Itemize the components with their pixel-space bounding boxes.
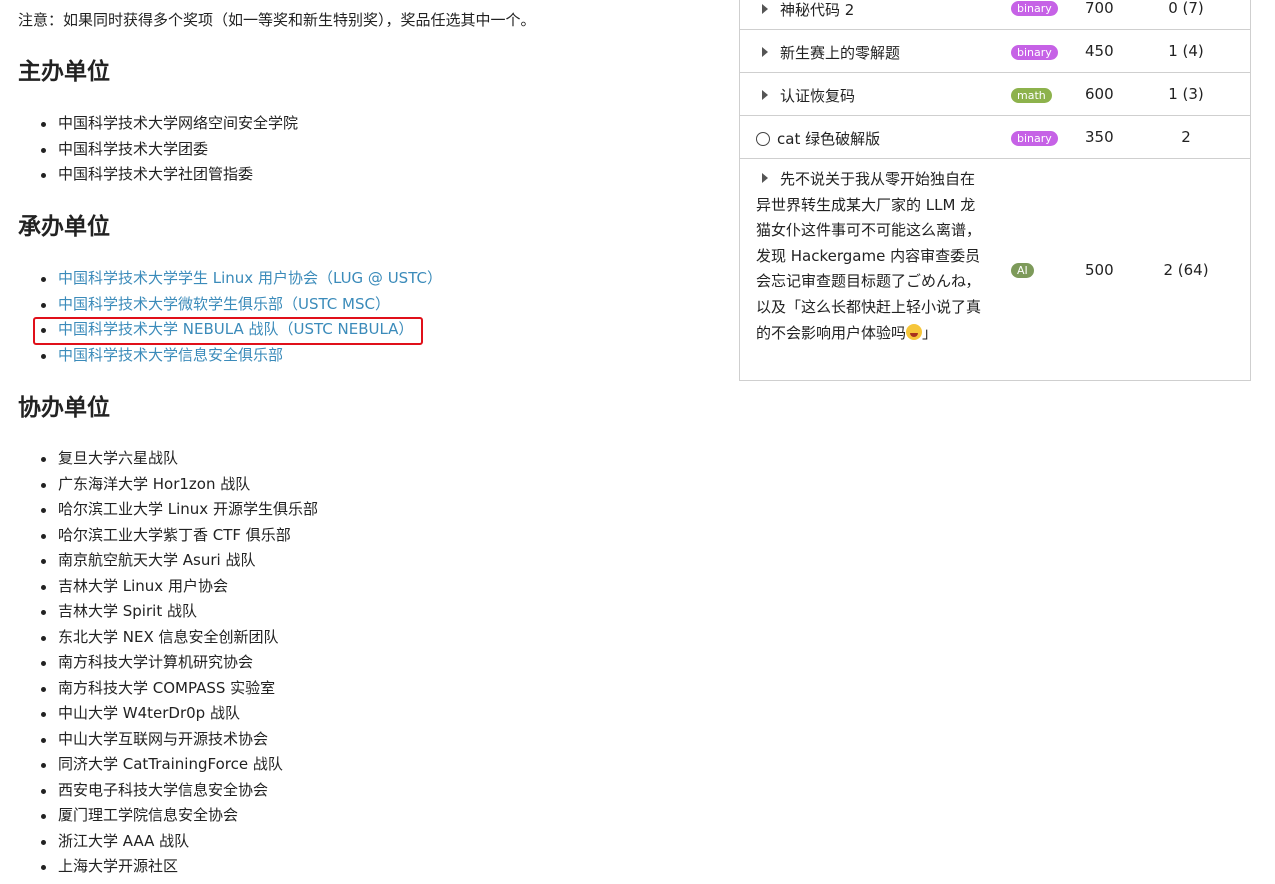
list-item: 吉林大学 Linux 用户协会 xyxy=(41,574,318,600)
list-item: 中国科学技术大学网络空间安全学院 xyxy=(40,111,298,137)
list-item: 厦门理工学院信息安全协会 xyxy=(41,803,318,829)
expand-triangle-icon xyxy=(762,173,768,183)
challenge-name[interactable]: 新生赛上的零解题 xyxy=(756,42,981,63)
tag-badge: binary xyxy=(1011,45,1058,60)
challenge-row[interactable]: 神秘代码 2 binary 700 0 (7) xyxy=(740,0,1250,29)
challenge-row[interactable]: 先不说关于我从零开始独自在异世界转生成某大厂家的 LLM 龙猫女仆这件事可不可能… xyxy=(740,158,1250,380)
challenge-score: 350 xyxy=(1085,128,1114,146)
challenge-row[interactable]: 新生赛上的零解题 binary 450 1 (4) xyxy=(740,29,1250,72)
tag-badge: binary xyxy=(1011,131,1058,146)
challenge-solved: 2 xyxy=(1181,128,1191,146)
challenge-name[interactable]: 神秘代码 2 xyxy=(756,0,981,20)
prize-note: 注意：如果同时获得多个奖项（如一等奖和新生特别奖），奖品任选其中一个。 xyxy=(18,11,536,29)
list-item: 同济大学 CatTrainingForce 战队 xyxy=(41,752,318,778)
challenge-name[interactable]: 先不说关于我从零开始独自在异世界转生成某大厂家的 LLM 龙猫女仆这件事可不可能… xyxy=(756,167,981,346)
challenge-name[interactable]: cat 绿色破解版 xyxy=(756,128,981,149)
challenge-score: 600 xyxy=(1085,85,1114,103)
list-item: 复旦大学六星战队 xyxy=(41,446,318,472)
hosts-heading: 主办单位 xyxy=(18,59,110,85)
list-item: 中山大学互联网与开源技术协会 xyxy=(41,727,318,753)
expand-triangle-icon xyxy=(762,4,768,14)
tag-badge: math xyxy=(1011,88,1052,103)
challenge-table: 神秘代码 2 binary 700 0 (7) 新生赛上的零解题 binary … xyxy=(739,0,1251,381)
coorganizers-heading: 协办单位 xyxy=(18,395,110,421)
list-item: 南京航空航天大学 Asuri 战队 xyxy=(41,548,318,574)
organizer-link-lug[interactable]: 中国科学技术大学学生 Linux 用户协会（LUG @ USTC） xyxy=(58,269,442,287)
tag-badge: AI xyxy=(1011,263,1034,278)
challenge-name[interactable]: 认证恢复码 xyxy=(756,85,981,106)
list-item: 西安电子科技大学信息安全协会 xyxy=(41,778,318,804)
challenge-row[interactable]: cat 绿色破解版 binary 350 2 xyxy=(740,115,1250,158)
challenge-score: 450 xyxy=(1085,42,1114,60)
list-item: 哈尔滨工业大学紫丁香 CTF 俱乐部 xyxy=(41,523,318,549)
list-item: 中国科学技术大学微软学生俱乐部（USTC MSC） xyxy=(41,292,442,318)
list-item: 上海大学开源社区 xyxy=(41,854,318,880)
challenge-row[interactable]: 认证恢复码 math 600 1 (3) xyxy=(740,72,1250,115)
list-item: 南方科技大学 COMPASS 实验室 xyxy=(41,676,318,702)
list-item: 浙江大学 AAA 战队 xyxy=(41,829,318,855)
challenge-score: 700 xyxy=(1085,0,1114,17)
rofl-emoji-icon xyxy=(906,323,923,340)
nebula-highlight-box xyxy=(33,317,423,345)
list-item: 东北大学 NEX 信息安全创新团队 xyxy=(41,625,318,651)
list-item: 中国科学技术大学学生 Linux 用户协会（LUG @ USTC） xyxy=(41,266,442,292)
list-item: 哈尔滨工业大学 Linux 开源学生俱乐部 xyxy=(41,497,318,523)
coorganizers-list: 复旦大学六星战队 广东海洋大学 Hor1zon 战队 哈尔滨工业大学 Linux… xyxy=(18,446,318,880)
list-item: 中山大学 W4terDr0p 战队 xyxy=(41,701,318,727)
list-item: 广东海洋大学 Hor1zon 战队 xyxy=(41,472,318,498)
list-item: 中国科学技术大学团委 xyxy=(40,137,298,163)
list-item: 中国科学技术大学社团管指委 xyxy=(40,162,298,188)
organizer-link-infosec[interactable]: 中国科学技术大学信息安全俱乐部 xyxy=(58,346,283,364)
expand-triangle-icon xyxy=(762,47,768,57)
challenge-solved: 0 (7) xyxy=(1168,0,1204,17)
challenge-score: 500 xyxy=(1085,261,1114,279)
challenge-solved: 2 (64) xyxy=(1163,261,1209,279)
hosts-list: 中国科学技术大学网络空间安全学院 中国科学技术大学团委 中国科学技术大学社团管指… xyxy=(18,111,298,188)
list-item: 中国科学技术大学信息安全俱乐部 xyxy=(41,343,442,369)
solved-circle-icon xyxy=(756,132,770,146)
challenge-solved: 1 (3) xyxy=(1168,85,1204,103)
list-item: 吉林大学 Spirit 战队 xyxy=(41,599,318,625)
challenge-solved: 1 (4) xyxy=(1168,42,1204,60)
organizer-link-msc[interactable]: 中国科学技术大学微软学生俱乐部（USTC MSC） xyxy=(58,295,390,313)
tag-badge: binary xyxy=(1011,1,1058,16)
expand-triangle-icon xyxy=(762,90,768,100)
list-item: 南方科技大学计算机研究协会 xyxy=(41,650,318,676)
organizers-heading: 承办单位 xyxy=(18,214,110,240)
